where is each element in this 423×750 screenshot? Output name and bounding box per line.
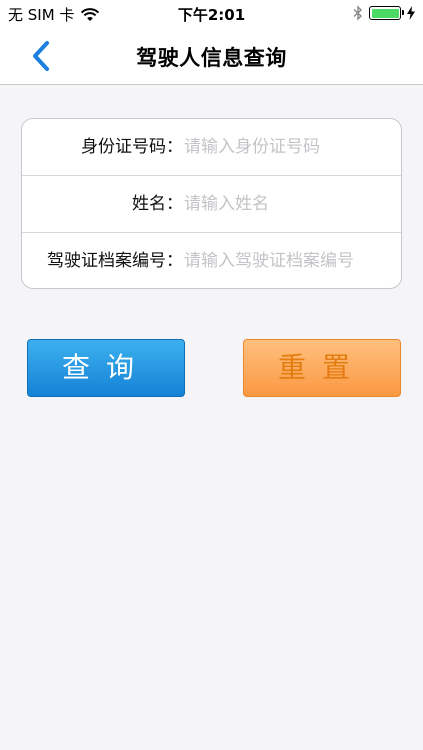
form-row-id-number: 身份证号码：	[22, 119, 401, 176]
status-bar: 无 SIM 卡 下午2:01	[0, 0, 423, 28]
navigation-bar: 驾驶人信息查询	[0, 28, 423, 85]
battery-icon	[369, 6, 404, 20]
page-title: 驾驶人信息查询	[136, 46, 287, 70]
name-label: 姓名：	[132, 194, 183, 214]
query-form: 身份证号码： 姓名： 驾驶证档案编号：	[21, 118, 402, 289]
name-input[interactable]	[184, 188, 392, 220]
reset-button[interactable]: 重置	[243, 339, 401, 397]
form-row-name: 姓名：	[22, 176, 401, 233]
id-number-input[interactable]	[184, 131, 392, 163]
charging-bolt-icon	[407, 6, 415, 20]
form-row-license-file-number: 驾驶证档案编号：	[22, 233, 401, 288]
battery-cap	[402, 10, 404, 15]
battery-fill	[371, 8, 399, 18]
bluetooth-icon	[353, 5, 363, 21]
status-right	[353, 5, 415, 21]
id-number-label: 身份证号码：	[81, 137, 183, 157]
license-file-number-input[interactable]	[184, 245, 392, 277]
license-file-number-label: 驾驶证档案编号：	[47, 251, 183, 271]
query-button[interactable]: 查询	[27, 339, 185, 397]
